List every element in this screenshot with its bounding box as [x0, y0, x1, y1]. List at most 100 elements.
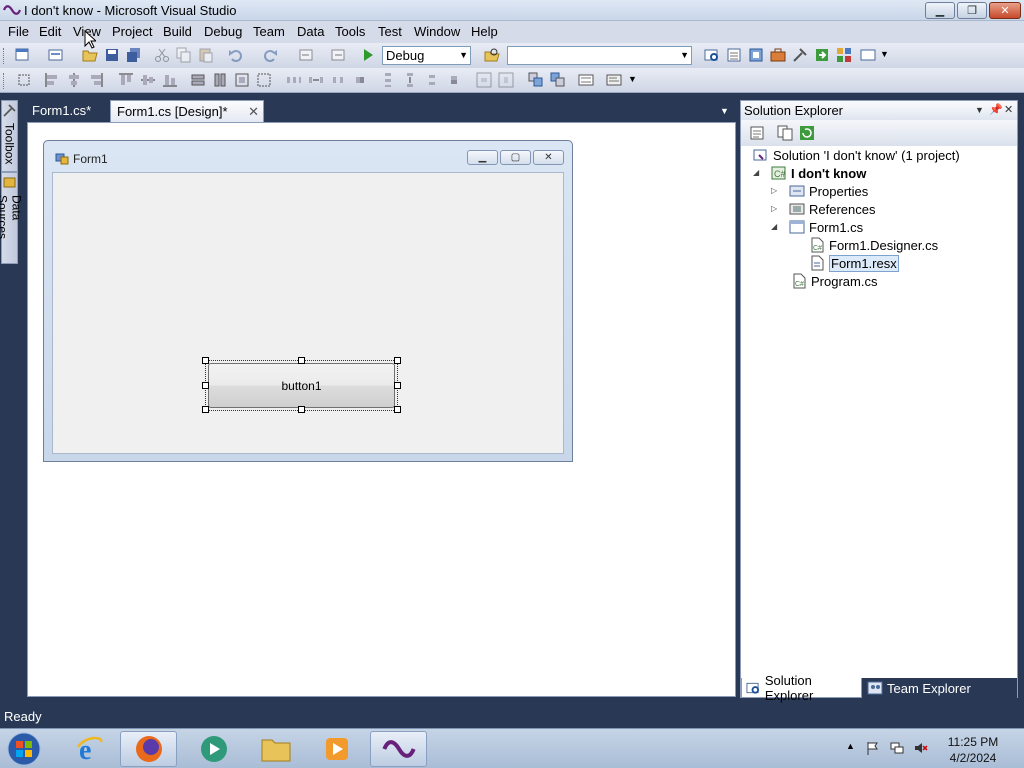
restore-button[interactable]: ❐: [957, 2, 987, 19]
show-all-files-icon[interactable]: [777, 125, 793, 141]
navigate-forward-icon[interactable]: [330, 47, 346, 63]
start-page-icon[interactable]: [814, 47, 830, 63]
menu-test[interactable]: Test: [376, 24, 404, 39]
equal-horizontal-spacing-icon[interactable]: [286, 72, 302, 88]
volume-muted-icon[interactable]: [914, 741, 928, 755]
tab-team-explorer[interactable]: Team Explorer: [863, 678, 983, 698]
add-item-icon[interactable]: [48, 47, 64, 63]
menu-tools[interactable]: Tools: [333, 24, 367, 39]
command-window-icon[interactable]: [860, 47, 876, 63]
object-browser-icon[interactable]: [748, 47, 764, 63]
align-to-grid-icon[interactable]: [16, 72, 32, 88]
remove-horizontal-spacing-icon[interactable]: [352, 72, 368, 88]
bring-to-front-icon[interactable]: [528, 72, 544, 88]
remove-vertical-spacing-icon[interactable]: [446, 72, 462, 88]
save-all-icon[interactable]: [126, 47, 142, 63]
tree-node-project[interactable]: ◢ C# I don't know: [753, 164, 866, 182]
refresh-icon[interactable]: [799, 125, 815, 141]
toolbar-grip[interactable]: [3, 73, 6, 89]
open-file-icon[interactable]: [82, 47, 98, 63]
find-combo-box[interactable]: ▼: [507, 46, 692, 65]
tree-node-references[interactable]: ▷ References: [771, 200, 875, 218]
properties-icon[interactable]: [749, 125, 765, 141]
resize-handle[interactable]: [394, 406, 401, 413]
tab-order-icon[interactable]: [578, 72, 594, 88]
align-tops-icon[interactable]: [118, 72, 134, 88]
close-icon[interactable]: ✕: [248, 104, 259, 120]
solution-configuration-select[interactable]: Debug ▼: [382, 46, 471, 65]
align-bottoms-icon[interactable]: [162, 72, 178, 88]
tab-form1-design[interactable]: Form1.cs [Design]* ✕: [110, 100, 264, 122]
tree-node-properties[interactable]: ▷ Properties: [771, 182, 868, 200]
expand-arrow-icon[interactable]: ▷: [771, 204, 777, 213]
form-client-area[interactable]: button1: [52, 172, 564, 454]
toolbar-grip[interactable]: [3, 48, 6, 64]
system-clock[interactable]: 11:25 PM 4/2/2024: [944, 734, 1002, 766]
copy-icon[interactable]: [176, 47, 192, 63]
designer-surface[interactable]: Form1 ▁ ▢ ✕ button1: [27, 122, 736, 697]
paste-icon[interactable]: [198, 47, 214, 63]
decrease-vertical-spacing-icon[interactable]: [424, 72, 440, 88]
show-hidden-icons-icon[interactable]: ▲: [846, 741, 860, 755]
solution-explorer-icon[interactable]: [704, 47, 720, 63]
save-icon[interactable]: [104, 47, 120, 63]
menu-window[interactable]: Window: [412, 24, 462, 39]
center-horizontally-icon[interactable]: [476, 72, 492, 88]
increase-vertical-spacing-icon[interactable]: [402, 72, 418, 88]
undo-icon[interactable]: [228, 47, 244, 63]
expand-arrow-icon[interactable]: ▷: [771, 186, 777, 195]
tab-solution-explorer[interactable]: Solution Explorer: [741, 673, 862, 703]
menu-file[interactable]: File: [6, 24, 31, 39]
toolbar-overflow-icon[interactable]: ▼: [628, 74, 637, 84]
resize-handle[interactable]: [298, 357, 305, 364]
close-icon[interactable]: ✕: [1004, 103, 1013, 116]
menu-team[interactable]: Team: [251, 24, 287, 39]
taskbar-media-center[interactable]: [185, 731, 242, 767]
minimize-button[interactable]: ▁: [925, 2, 955, 19]
align-rights-icon[interactable]: [88, 72, 104, 88]
taskbar-internet-explorer[interactable]: e: [61, 731, 118, 767]
toolbar-overflow-icon[interactable]: ▼: [880, 49, 889, 59]
center-vertically-icon[interactable]: [498, 72, 514, 88]
action-center-flag-icon[interactable]: [866, 741, 880, 755]
taskbar-firefox[interactable]: [120, 731, 177, 767]
taskbar-media-player[interactable]: [308, 731, 365, 767]
send-to-back-icon[interactable]: [550, 72, 566, 88]
menu-build[interactable]: Build: [161, 24, 194, 39]
properties-window-icon[interactable]: [726, 47, 742, 63]
decrease-horizontal-spacing-icon[interactable]: [330, 72, 346, 88]
auto-hide-pin-icon[interactable]: 📌: [989, 103, 1003, 116]
window-position-icon[interactable]: ▼: [975, 105, 984, 115]
tree-node-form1-cs[interactable]: ◢ Form1.cs: [771, 218, 863, 236]
find-in-files-icon[interactable]: [484, 47, 500, 63]
resize-handle[interactable]: [394, 357, 401, 364]
align-middles-icon[interactable]: [140, 72, 156, 88]
tree-node-program-cs[interactable]: C# Program.cs: [791, 272, 877, 290]
make-same-width-icon[interactable]: [190, 72, 206, 88]
tree-node-solution[interactable]: Solution 'I don't know' (1 project): [753, 146, 960, 164]
menu-edit[interactable]: Edit: [37, 24, 63, 39]
resize-handle[interactable]: [202, 357, 209, 364]
tree-node-form1-resx[interactable]: Form1.resx: [809, 254, 899, 272]
resize-handle[interactable]: [394, 382, 401, 389]
start-debugging-icon[interactable]: [360, 47, 376, 63]
menu-project[interactable]: Project: [110, 24, 154, 39]
new-project-icon[interactable]: [15, 47, 31, 63]
make-same-size-icon[interactable]: [234, 72, 250, 88]
close-button[interactable]: ✕: [989, 2, 1021, 19]
tree-node-form1-designer-cs[interactable]: C# Form1.Designer.cs: [809, 236, 938, 254]
align-lefts-icon[interactable]: [44, 72, 60, 88]
extension-manager-icon[interactable]: [836, 47, 852, 63]
taskbar-visual-studio[interactable]: [370, 731, 427, 767]
resize-handle[interactable]: [298, 406, 305, 413]
collapse-arrow-icon[interactable]: ◢: [753, 168, 759, 177]
tools-icon[interactable]: [792, 47, 808, 63]
menu-data[interactable]: Data: [295, 24, 326, 39]
active-files-dropdown-icon[interactable]: ▼: [720, 106, 729, 116]
menu-debug[interactable]: Debug: [202, 24, 244, 39]
tab-form1-cs[interactable]: Form1.cs*: [26, 100, 106, 122]
collapse-arrow-icon[interactable]: ◢: [771, 222, 777, 231]
navigate-backward-icon[interactable]: [298, 47, 314, 63]
start-button[interactable]: [4, 730, 44, 768]
form1-window[interactable]: Form1 ▁ ▢ ✕ button1: [43, 140, 573, 462]
